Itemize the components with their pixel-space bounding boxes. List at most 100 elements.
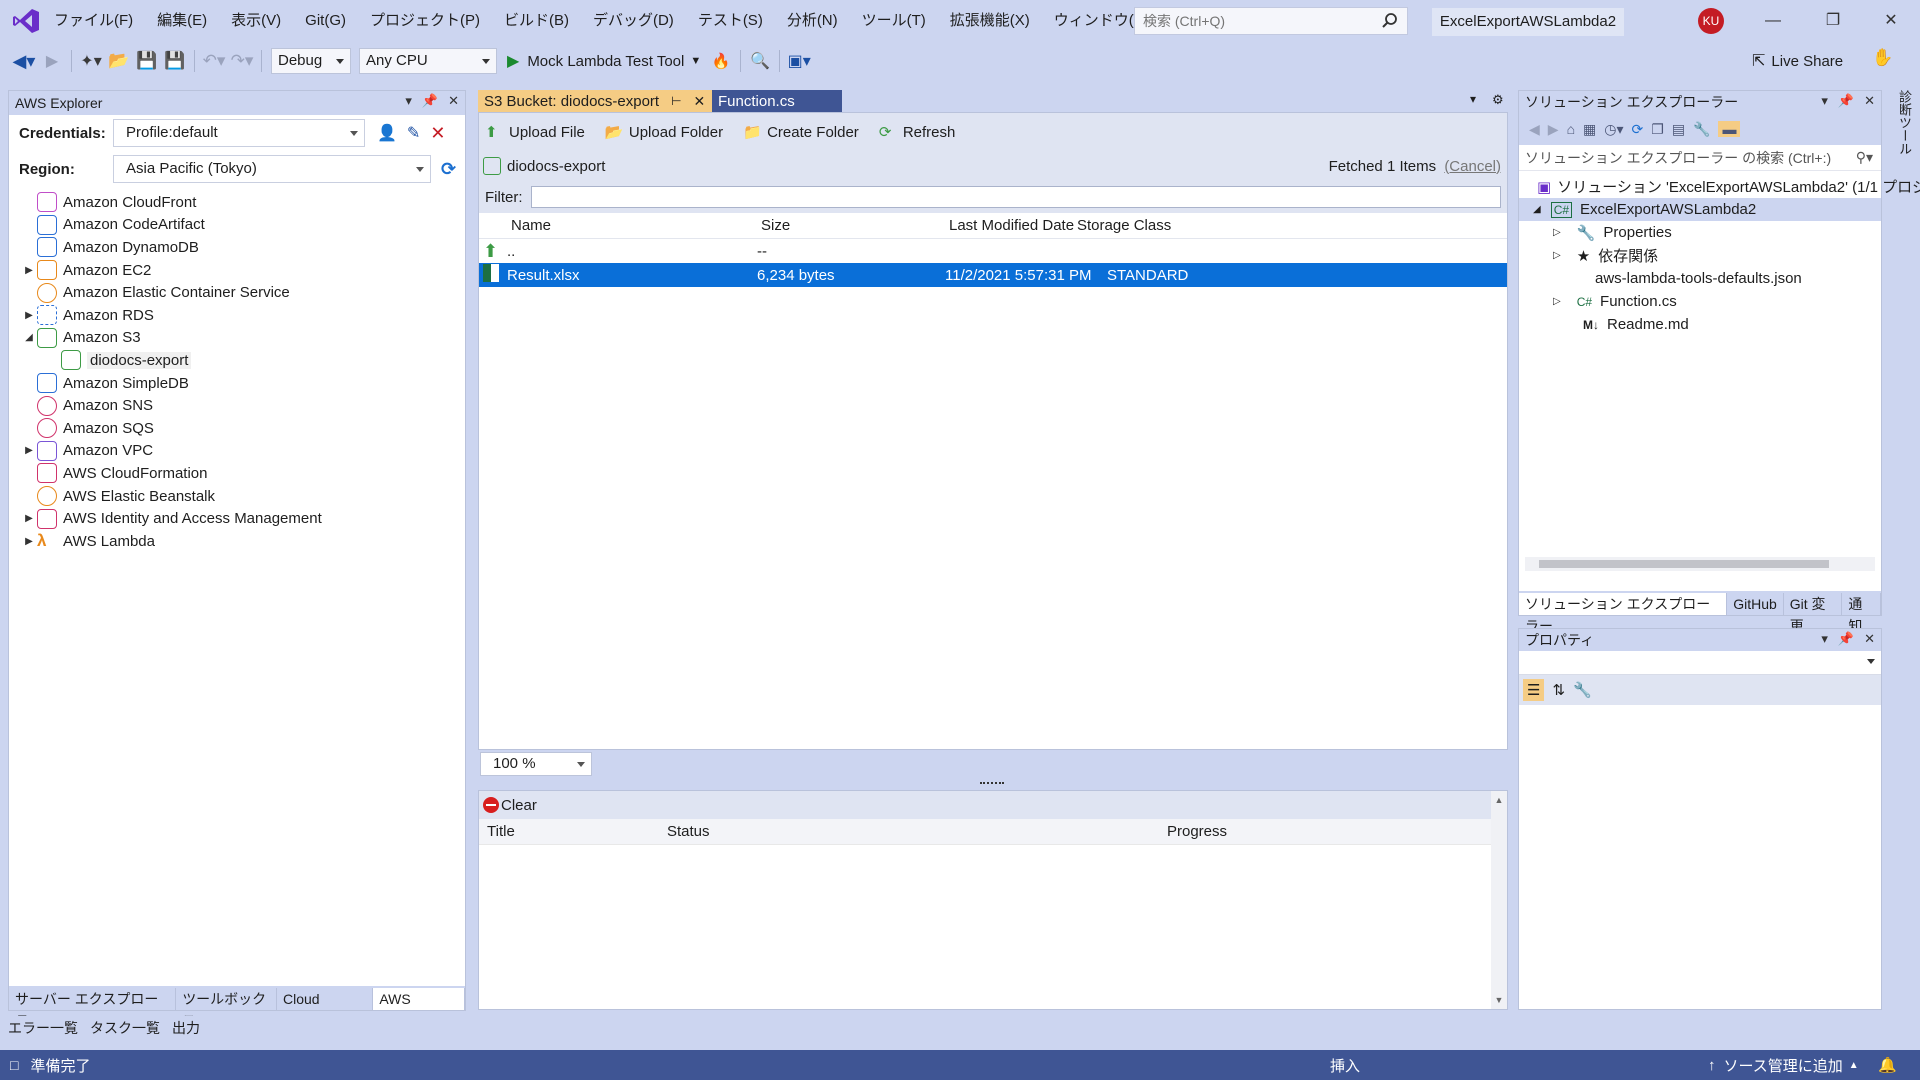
tree-item-function-cs[interactable]: ▷ C# Function.cs bbox=[1519, 290, 1881, 313]
menu-git[interactable]: Git(G) bbox=[293, 0, 358, 42]
hot-reload-icon[interactable]: 🔥 bbox=[709, 47, 733, 75]
horizontal-scrollbar[interactable] bbox=[1525, 557, 1875, 571]
menu-test[interactable]: テスト(S) bbox=[686, 0, 775, 42]
close-icon[interactable]: ✕ bbox=[1864, 631, 1875, 647]
forward-icon[interactable]: ▶ bbox=[40, 47, 64, 75]
tab-function-cs[interactable]: Function.cs bbox=[712, 90, 842, 112]
refresh-icon[interactable]: ⟳ bbox=[441, 159, 456, 180]
column-size[interactable]: Size bbox=[761, 217, 949, 234]
tree-item-lambda[interactable]: ▶ λ AWS Lambda bbox=[9, 530, 465, 553]
tab-notifications[interactable]: 通知 bbox=[1842, 593, 1881, 634]
menu-extensions[interactable]: 拡張機能(X) bbox=[938, 0, 1042, 42]
minimize-button[interactable]: — bbox=[1744, 0, 1802, 42]
expand-arrow-icon[interactable]: ▷ bbox=[1553, 296, 1561, 307]
property-pages-icon[interactable]: 🔧 bbox=[1573, 681, 1592, 699]
add-to-source-control-button[interactable]: ↑ ソース管理に追加 ▲ bbox=[1708, 1055, 1859, 1076]
tab-solution-explorer[interactable]: ソリューション エクスプローラー bbox=[1519, 593, 1728, 634]
tree-item-beanstalk[interactable]: AWS Elastic Beanstalk bbox=[9, 485, 465, 508]
menu-project[interactable]: プロジェクト(P) bbox=[358, 0, 492, 42]
filter-input[interactable] bbox=[530, 186, 1501, 208]
tree-item-readme[interactable]: M↓ Readme.md bbox=[1519, 313, 1881, 336]
collapse-arrow-icon[interactable]: ◢ bbox=[21, 330, 37, 346]
tree-item-sqs[interactable]: Amazon SQS bbox=[9, 417, 465, 440]
menu-file[interactable]: ファイル(F) bbox=[42, 0, 145, 42]
tab-task-list[interactable]: タスク一覧 bbox=[84, 1017, 166, 1039]
close-window-button[interactable]: ✕ bbox=[1862, 0, 1920, 42]
pin-icon[interactable]: 📌 bbox=[1838, 93, 1854, 109]
pin-icon[interactable]: 📌 bbox=[422, 93, 438, 109]
settings-gear-icon[interactable]: ⚙ bbox=[1492, 92, 1504, 108]
account-avatar[interactable]: KU bbox=[1698, 8, 1724, 34]
forward-icon[interactable]: ▶ bbox=[1548, 121, 1559, 138]
expand-arrow-icon[interactable]: ▶ bbox=[21, 511, 37, 527]
clear-button[interactable]: Clear bbox=[483, 797, 537, 814]
close-icon[interactable]: ✕ bbox=[448, 93, 459, 109]
configuration-dropdown[interactable]: Debug bbox=[271, 48, 351, 74]
menu-tools[interactable]: ツール(T) bbox=[850, 0, 938, 42]
collapse-all-icon[interactable]: ❐ bbox=[1651, 121, 1664, 138]
column-progress[interactable]: Progress bbox=[1167, 823, 1227, 840]
tree-item-cloudfront[interactable]: Amazon CloudFront bbox=[9, 191, 465, 214]
tree-item-s3[interactable]: ◢ Amazon S3 bbox=[9, 327, 465, 350]
pin-icon[interactable]: 📌 bbox=[1838, 631, 1854, 647]
switch-view-icon[interactable]: ▦ bbox=[1583, 121, 1596, 138]
dropdown-icon[interactable]: ▾ bbox=[405, 93, 412, 109]
menu-view[interactable]: 表示(V) bbox=[219, 0, 293, 42]
search-icon[interactable] bbox=[1381, 12, 1399, 30]
preview-icon[interactable]: ▬ bbox=[1718, 121, 1741, 137]
column-name[interactable]: Name bbox=[511, 217, 761, 234]
tree-item-bucket[interactable]: diodocs-export bbox=[9, 349, 465, 372]
close-icon[interactable]: ✕ bbox=[1864, 93, 1875, 109]
run-target-button[interactable]: ▶ Mock Lambda Test Tool ▼ bbox=[501, 47, 707, 75]
menu-edit[interactable]: 編集(E) bbox=[145, 0, 219, 42]
back-icon[interactable]: ◀ bbox=[1529, 121, 1540, 138]
table-row-result-xlsx[interactable]: Result.xlsx 6,234 bytes 11/2/2021 5:57:3… bbox=[479, 263, 1507, 287]
expand-arrow-icon[interactable]: ▷ bbox=[1553, 227, 1561, 238]
upload-file-button[interactable]: ⬆ Upload File bbox=[485, 123, 585, 142]
column-storage-class[interactable]: Storage Class bbox=[1077, 217, 1171, 234]
tree-item-tools-defaults[interactable]: aws-lambda-tools-defaults.json bbox=[1519, 267, 1881, 290]
expand-arrow-icon[interactable]: ▶ bbox=[21, 443, 37, 459]
redo-icon[interactable]: ↷▾ bbox=[230, 47, 254, 75]
tab-output[interactable]: 出力 bbox=[166, 1017, 206, 1039]
tree-item-sns[interactable]: Amazon SNS bbox=[9, 394, 465, 417]
tree-item-rds[interactable]: ▶ Amazon RDS bbox=[9, 304, 465, 327]
categorized-icon[interactable]: ☰ bbox=[1523, 679, 1545, 701]
live-share-button[interactable]: ⇱ Live Share bbox=[1752, 48, 1843, 74]
vertical-scrollbar[interactable]: ▲ ▼ bbox=[1491, 791, 1507, 1009]
tree-item-vpc[interactable]: ▶ Amazon VPC bbox=[9, 440, 465, 463]
home-icon[interactable]: ⌂ bbox=[1567, 121, 1575, 137]
new-project-icon[interactable]: ✦▾ bbox=[79, 47, 103, 75]
find-in-files-icon[interactable]: 🔍 bbox=[748, 47, 772, 75]
search-icon[interactable]: ⚲▾ bbox=[1856, 149, 1873, 166]
tab-git-changes[interactable]: Git 変更 bbox=[1784, 593, 1843, 634]
tab-cloud-explorer[interactable]: Cloud Explorer bbox=[277, 988, 374, 1029]
tab-error-list[interactable]: エラー一覧 bbox=[0, 1017, 84, 1039]
back-icon[interactable]: ◀▾ bbox=[12, 47, 36, 75]
zoom-dropdown[interactable]: 100 % bbox=[480, 752, 592, 776]
save-icon[interactable]: 💾 bbox=[135, 47, 159, 75]
tree-item-ec2[interactable]: ▶ Amazon EC2 bbox=[9, 259, 465, 282]
notification-bell-icon[interactable]: 🔔 bbox=[1878, 1056, 1897, 1074]
edit-icon[interactable]: ✎ bbox=[407, 123, 420, 143]
table-row-parent[interactable]: ⬆ .. -- bbox=[479, 239, 1507, 263]
tab-toolbox[interactable]: ツールボックス bbox=[176, 988, 278, 1029]
tree-item-dependencies[interactable]: ▷ ★ 依存関係 bbox=[1519, 244, 1881, 267]
sync-icon[interactable]: ⟳ bbox=[1632, 121, 1644, 138]
column-last-modified[interactable]: Last Modified Date bbox=[949, 217, 1077, 234]
tree-item-properties[interactable]: ▷ 🔧 Properties bbox=[1519, 221, 1881, 244]
feedback-icon[interactable]: ✋ bbox=[1872, 48, 1893, 68]
history-icon[interactable]: ◷▾ bbox=[1604, 121, 1623, 138]
region-dropdown[interactable]: Asia Pacific (Tokyo) bbox=[113, 155, 431, 183]
properties-wrench-icon[interactable]: 🔧 bbox=[1693, 121, 1710, 138]
menu-analyze[interactable]: 分析(N) bbox=[775, 0, 850, 42]
solution-search-box[interactable]: ソリューション エクスプローラー の検索 (Ctrl+:) ⚲▾ bbox=[1519, 145, 1881, 171]
column-title[interactable]: Title bbox=[479, 823, 667, 840]
expand-arrow-icon[interactable]: ▶ bbox=[21, 262, 37, 278]
add-account-icon[interactable]: 👤 bbox=[377, 123, 397, 143]
create-folder-button[interactable]: 📁 Create Folder bbox=[743, 123, 859, 142]
tree-item-dynamodb[interactable]: Amazon DynamoDB bbox=[9, 236, 465, 259]
save-all-icon[interactable]: 💾 bbox=[163, 47, 187, 75]
tab-server-explorer[interactable]: サーバー エクスプローラー bbox=[9, 988, 177, 1029]
menu-debug[interactable]: デバッグ(D) bbox=[581, 0, 686, 42]
